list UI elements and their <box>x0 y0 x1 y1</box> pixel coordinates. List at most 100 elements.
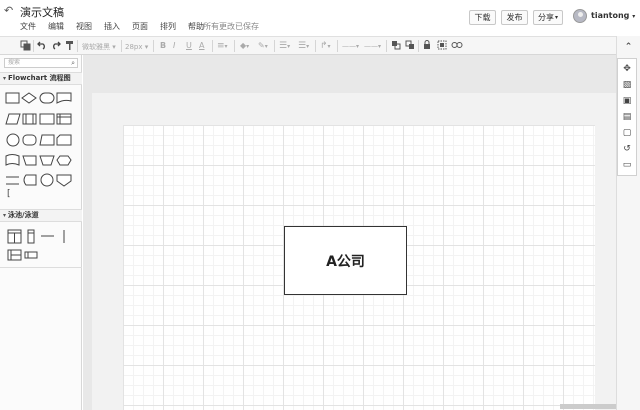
font-family-select[interactable]: 微软雅黑 ▾ <box>82 41 116 53</box>
shape-box-a[interactable]: A公司 <box>284 226 407 295</box>
shape-circle <box>40 173 54 187</box>
menu-view[interactable]: 视图 <box>76 21 92 32</box>
menu-file[interactable]: 文件 <box>20 21 36 32</box>
page-icon[interactable]: ▣ <box>618 93 636 109</box>
menu-arrange[interactable]: 排列 <box>160 21 176 32</box>
font-size-select[interactable]: 28px ▾ <box>125 41 148 53</box>
list-icon[interactable]: ☰▾ <box>298 40 309 53</box>
menu-insert[interactable]: 插入 <box>104 21 120 32</box>
chevron-down-icon: ▾ <box>3 75 7 82</box>
document-title[interactable]: 演示文稿 <box>20 4 64 20</box>
line-style-glyph: —— <box>342 42 356 50</box>
fill-color-icon[interactable]: ◆▾ <box>240 40 249 53</box>
bold-button[interactable]: B <box>160 40 166 52</box>
align-glyph: ≡ <box>217 41 225 51</box>
menu-bar: 文件 编辑 视图 插入 页面 排列 帮助 <box>20 21 216 32</box>
username[interactable]: tiantong ▾ <box>591 11 635 20</box>
shape-manual <box>39 134 55 146</box>
canvas-area[interactable]: A公司 <box>83 55 616 410</box>
arrow-style-select[interactable]: ——▾ <box>364 40 381 53</box>
format-icon[interactable]: ▧ <box>618 77 636 93</box>
section-swimlane-label: 泳池/泳道 <box>8 211 39 219</box>
file-icon[interactable]: ▢ <box>618 125 636 141</box>
list-glyph: ☰ <box>298 41 307 51</box>
shape-delay <box>23 174 37 186</box>
search-placeholder: 搜索 <box>8 59 21 66</box>
drawing-paper[interactable]: A公司 <box>123 125 595 410</box>
search-icon[interactable]: ⌕ <box>71 59 75 67</box>
shape-document <box>56 92 72 104</box>
app-header: ↶ 演示文稿 文件 编辑 视图 插入 页面 排列 帮助 所有更改已保存 下载 发… <box>0 0 640 36</box>
share-button[interactable]: 分享 ▾ <box>533 10 563 25</box>
shape-box-label: A公司 <box>326 253 365 270</box>
layers-icon[interactable] <box>20 40 31 55</box>
format-painter-icon[interactable] <box>65 40 74 54</box>
download-label: 下载 <box>474 13 491 22</box>
save-status: 所有更改已保存 <box>203 22 259 31</box>
menu-help[interactable]: 帮助 <box>188 21 204 32</box>
chevron-down-icon: ▾ <box>3 212 7 219</box>
section-flowchart[interactable]: ▾ Flowchart 流程图 <box>0 72 82 85</box>
shape-library-sidebar: 搜索 ⌕ ▾ Flowchart 流程图 [▾ 泳池/泳道 <box>0 55 82 410</box>
history-icon[interactable]: ↺ <box>618 141 636 157</box>
section-flowchart-label: Flowchart 流程图 <box>8 74 71 82</box>
font-color-button[interactable]: A <box>199 40 204 52</box>
font-family-value: 微软雅黑 <box>82 43 110 51</box>
line-color-glyph: ✎ <box>258 41 265 50</box>
italic-button[interactable]: I <box>173 40 175 52</box>
right-panel-icons: ✥ ▧ ▣ ▤ ▢ ↺ ▭ <box>617 58 637 176</box>
align-icon[interactable]: ≡▾ <box>217 40 228 53</box>
shape-display <box>22 134 37 146</box>
line-color-icon[interactable]: ✎▾ <box>258 40 268 53</box>
shape-loop <box>22 155 37 166</box>
lock-icon[interactable] <box>423 40 431 54</box>
collapse-panel-icon[interactable]: ⌃ <box>617 39 640 55</box>
avatar[interactable] <box>573 9 587 23</box>
shape-terminator <box>39 92 55 104</box>
data-icon[interactable]: ▤ <box>618 109 636 125</box>
shape-card <box>56 134 72 146</box>
line-style-select[interactable]: ——▾ <box>342 40 359 53</box>
username-label: tiantong <box>591 11 630 20</box>
flowchart-shapes <box>5 92 72 187</box>
group-icon[interactable] <box>437 40 447 54</box>
shape-manual-op <box>39 155 55 166</box>
line-width-glyph: ☰ <box>279 41 288 51</box>
undo-icon[interactable] <box>37 40 47 54</box>
shape-connector <box>6 133 20 147</box>
connector-icon[interactable]: ↱▾ <box>320 40 331 53</box>
download-button[interactable]: 下载 <box>469 10 496 25</box>
redo-icon[interactable] <box>51 40 61 54</box>
swimlane-shapes <box>7 229 65 261</box>
canvas-margin <box>83 55 616 93</box>
section-swimlane[interactable]: ▾ 泳池/泳道 <box>0 209 82 222</box>
shape-offpage <box>56 174 72 187</box>
shape-stored <box>39 113 55 125</box>
compass-icon[interactable]: ✥ <box>618 61 636 77</box>
publish-button[interactable]: 发布 <box>501 10 528 25</box>
font-size-value: 28px <box>125 43 143 51</box>
share-label: 分享 <box>537 13 554 22</box>
shape-decision <box>21 92 37 104</box>
arrow-style-glyph: —— <box>364 42 378 50</box>
shape-predefined <box>22 113 37 125</box>
menu-edit[interactable]: 编辑 <box>48 21 64 32</box>
underline-button[interactable]: U <box>186 40 192 52</box>
chevron-down-icon: ▾ <box>554 14 558 21</box>
shape-tape <box>5 154 20 166</box>
search-input[interactable]: 搜索 ⌕ <box>4 58 78 68</box>
back-icon[interactable]: ↶ <box>4 4 13 17</box>
section-divider <box>0 267 82 268</box>
comment-icon[interactable]: ▭ <box>618 157 636 173</box>
shape-internal <box>56 113 72 125</box>
annotation-shape[interactable]: [ <box>7 189 11 199</box>
send-back-icon[interactable] <box>405 40 415 54</box>
chevron-down-icon: ▾ <box>632 13 636 20</box>
bring-front-icon[interactable] <box>391 40 401 54</box>
horizontal-scrollbar[interactable] <box>560 404 616 409</box>
line-width-icon[interactable]: ☰▾ <box>279 40 290 53</box>
shape-process <box>5 92 20 104</box>
menu-page[interactable]: 页面 <box>132 21 148 32</box>
shape-lane-vertical <box>27 229 35 244</box>
link-icon[interactable] <box>451 40 463 54</box>
